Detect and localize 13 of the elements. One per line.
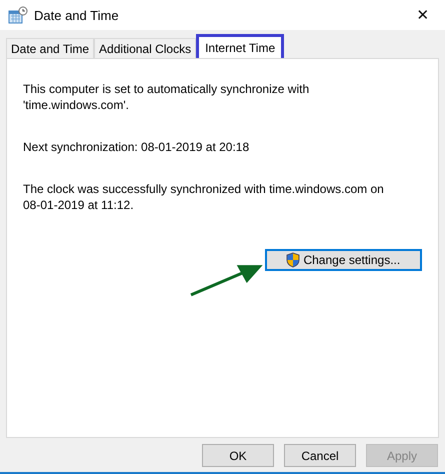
shield-icon xyxy=(286,252,300,268)
close-button[interactable]: ✕ xyxy=(401,0,445,30)
tab[interactable]: Additional Clocks xyxy=(94,38,196,58)
change-settings-button[interactable]: Change settings... xyxy=(264,249,422,271)
dialog-button[interactable]: Cancel xyxy=(284,444,356,467)
window-title: Date and Time xyxy=(34,8,120,22)
info-text: Next synchronization: 08-01-2019 at 20:18 xyxy=(23,139,250,155)
dialog-button[interactable]: OK xyxy=(202,444,274,467)
info-text: This computer is set to automatically synchronize with 'time.windows.com'. xyxy=(23,81,310,113)
tab[interactable]: Internet Time xyxy=(196,34,284,58)
tab[interactable]: Date and Time xyxy=(6,38,94,58)
info-text: The clock was successfully synchronized with time.windows.com on 08-01-2019 at 11:12. xyxy=(23,181,385,213)
calendar-clock-icon xyxy=(8,6,28,24)
